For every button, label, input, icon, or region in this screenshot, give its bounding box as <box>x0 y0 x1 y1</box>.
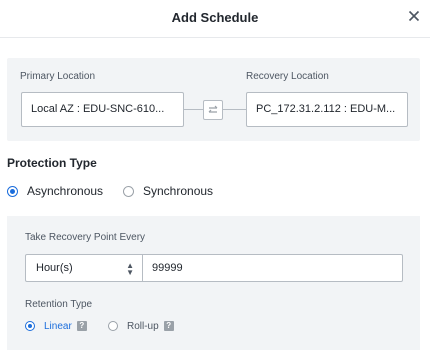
interval-value-input[interactable] <box>142 254 403 282</box>
rollup-label: Roll-up <box>127 320 159 332</box>
interval-unit-value: Hour(s) <box>36 262 73 274</box>
protection-type-title: Protection Type <box>7 156 97 170</box>
primary-location-label: Primary Location <box>20 71 96 82</box>
synchronous-option[interactable]: Synchronous <box>123 183 213 199</box>
help-icon[interactable]: ? <box>76 321 87 331</box>
connector-line-left <box>184 109 203 110</box>
dialog-header: Add Schedule <box>0 0 430 38</box>
recovery-location-field[interactable]: PC_172.31.2.112 : EDU-M... <box>246 92 408 127</box>
connector-line-right <box>223 109 246 110</box>
linear-label: Linear <box>44 320 72 332</box>
primary-location-field[interactable]: Local AZ : EDU-SNC-610... <box>21 92 184 127</box>
interval-label: Take Recovery Point Every <box>25 232 146 243</box>
close-icon[interactable] <box>406 8 422 24</box>
asynchronous-radio[interactable] <box>7 185 18 197</box>
linear-option[interactable]: Linear ? <box>25 319 87 333</box>
asynchronous-label: Asynchronous <box>27 184 104 198</box>
select-caret-icon: ▲ ▼ <box>126 261 134 277</box>
synchronous-label: Synchronous <box>143 184 214 198</box>
rollup-option[interactable]: Roll-up ? <box>108 319 174 333</box>
rollup-radio[interactable] <box>108 321 118 331</box>
asynchronous-option[interactable]: Asynchronous <box>7 183 103 199</box>
interval-unit-select[interactable]: Hour(s) ▲ ▼ <box>25 254 143 282</box>
recovery-location-label: Recovery Location <box>246 71 329 82</box>
locations-panel: Primary Location Recovery Location Local… <box>7 58 420 141</box>
dialog-title: Add Schedule <box>171 10 259 25</box>
schedule-panel: Take Recovery Point Every Hour(s) ▲▼ Ret… <box>7 216 420 350</box>
swap-locations-button[interactable] <box>203 100 223 120</box>
linear-radio[interactable] <box>25 321 35 331</box>
retention-type-label: Retention Type <box>25 299 93 310</box>
help-icon[interactable]: ? <box>163 321 174 331</box>
swap-icon <box>208 105 218 113</box>
synchronous-radio[interactable] <box>123 185 134 197</box>
